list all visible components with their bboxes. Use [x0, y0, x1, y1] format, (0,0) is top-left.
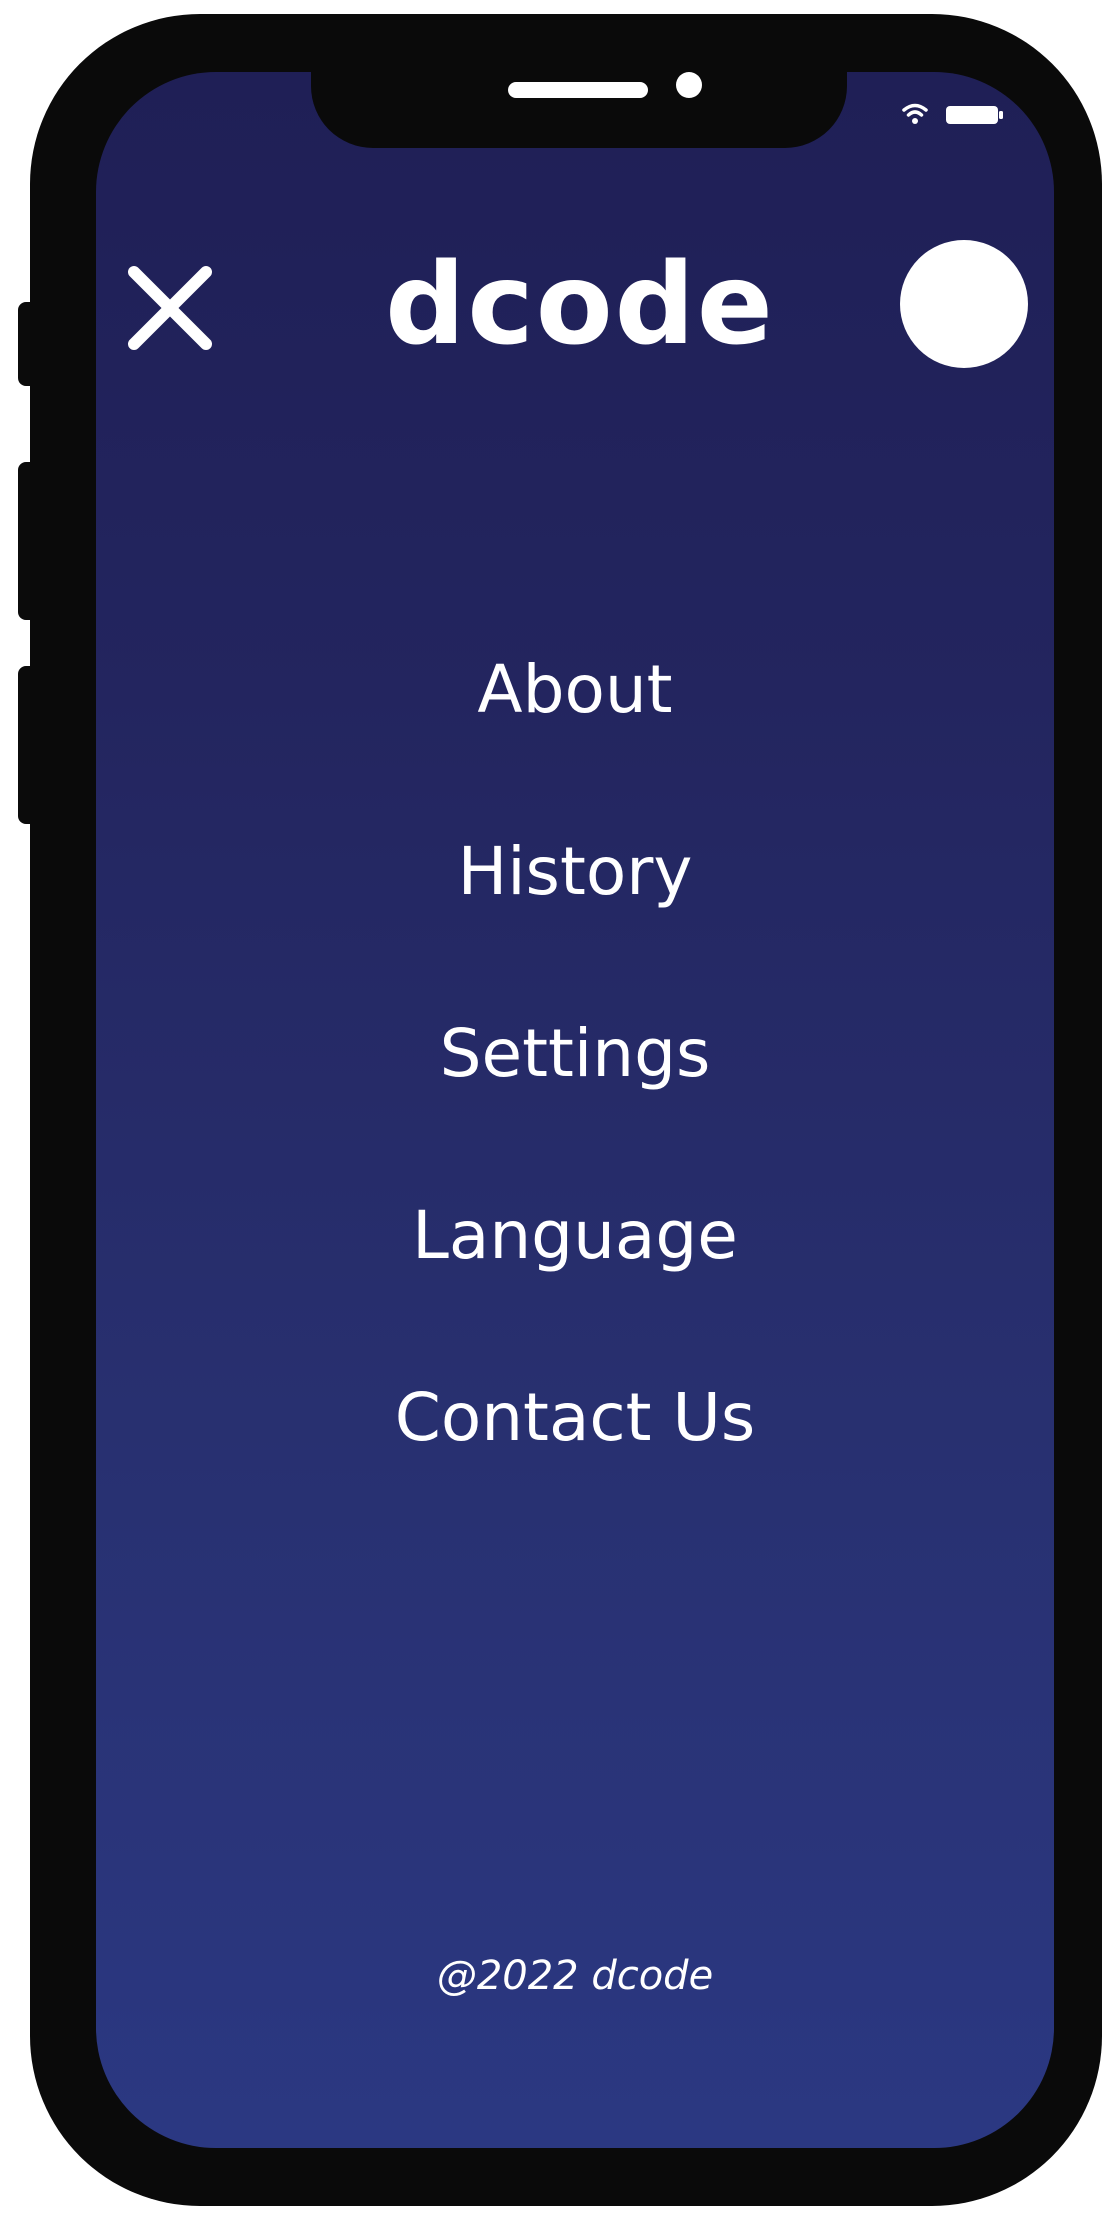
status-bar — [898, 100, 1008, 130]
menu-item-settings[interactable]: Settings — [96, 1004, 1054, 1186]
close-icon — [128, 266, 212, 350]
copyright-footer: @2022 dcode — [436, 1953, 714, 1999]
menu-item-history[interactable]: History — [96, 822, 1054, 1004]
menu-item-about[interactable]: About — [96, 640, 1054, 822]
front-camera — [676, 72, 702, 98]
app-logo: dcode — [385, 240, 775, 370]
close-button[interactable] — [124, 262, 216, 354]
avatar[interactable] — [900, 240, 1028, 368]
wifi-icon — [902, 103, 1003, 124]
menu-item-language[interactable]: Language — [96, 1186, 1054, 1368]
menu-item-contact-us[interactable]: Contact Us — [96, 1368, 1054, 1550]
battery-icon — [946, 106, 1003, 124]
page: dcode About History Settings Language Co… — [0, 0, 1108, 2217]
main-menu: About History Settings Language Contact … — [96, 640, 1054, 1550]
speaker-grille — [508, 82, 648, 98]
